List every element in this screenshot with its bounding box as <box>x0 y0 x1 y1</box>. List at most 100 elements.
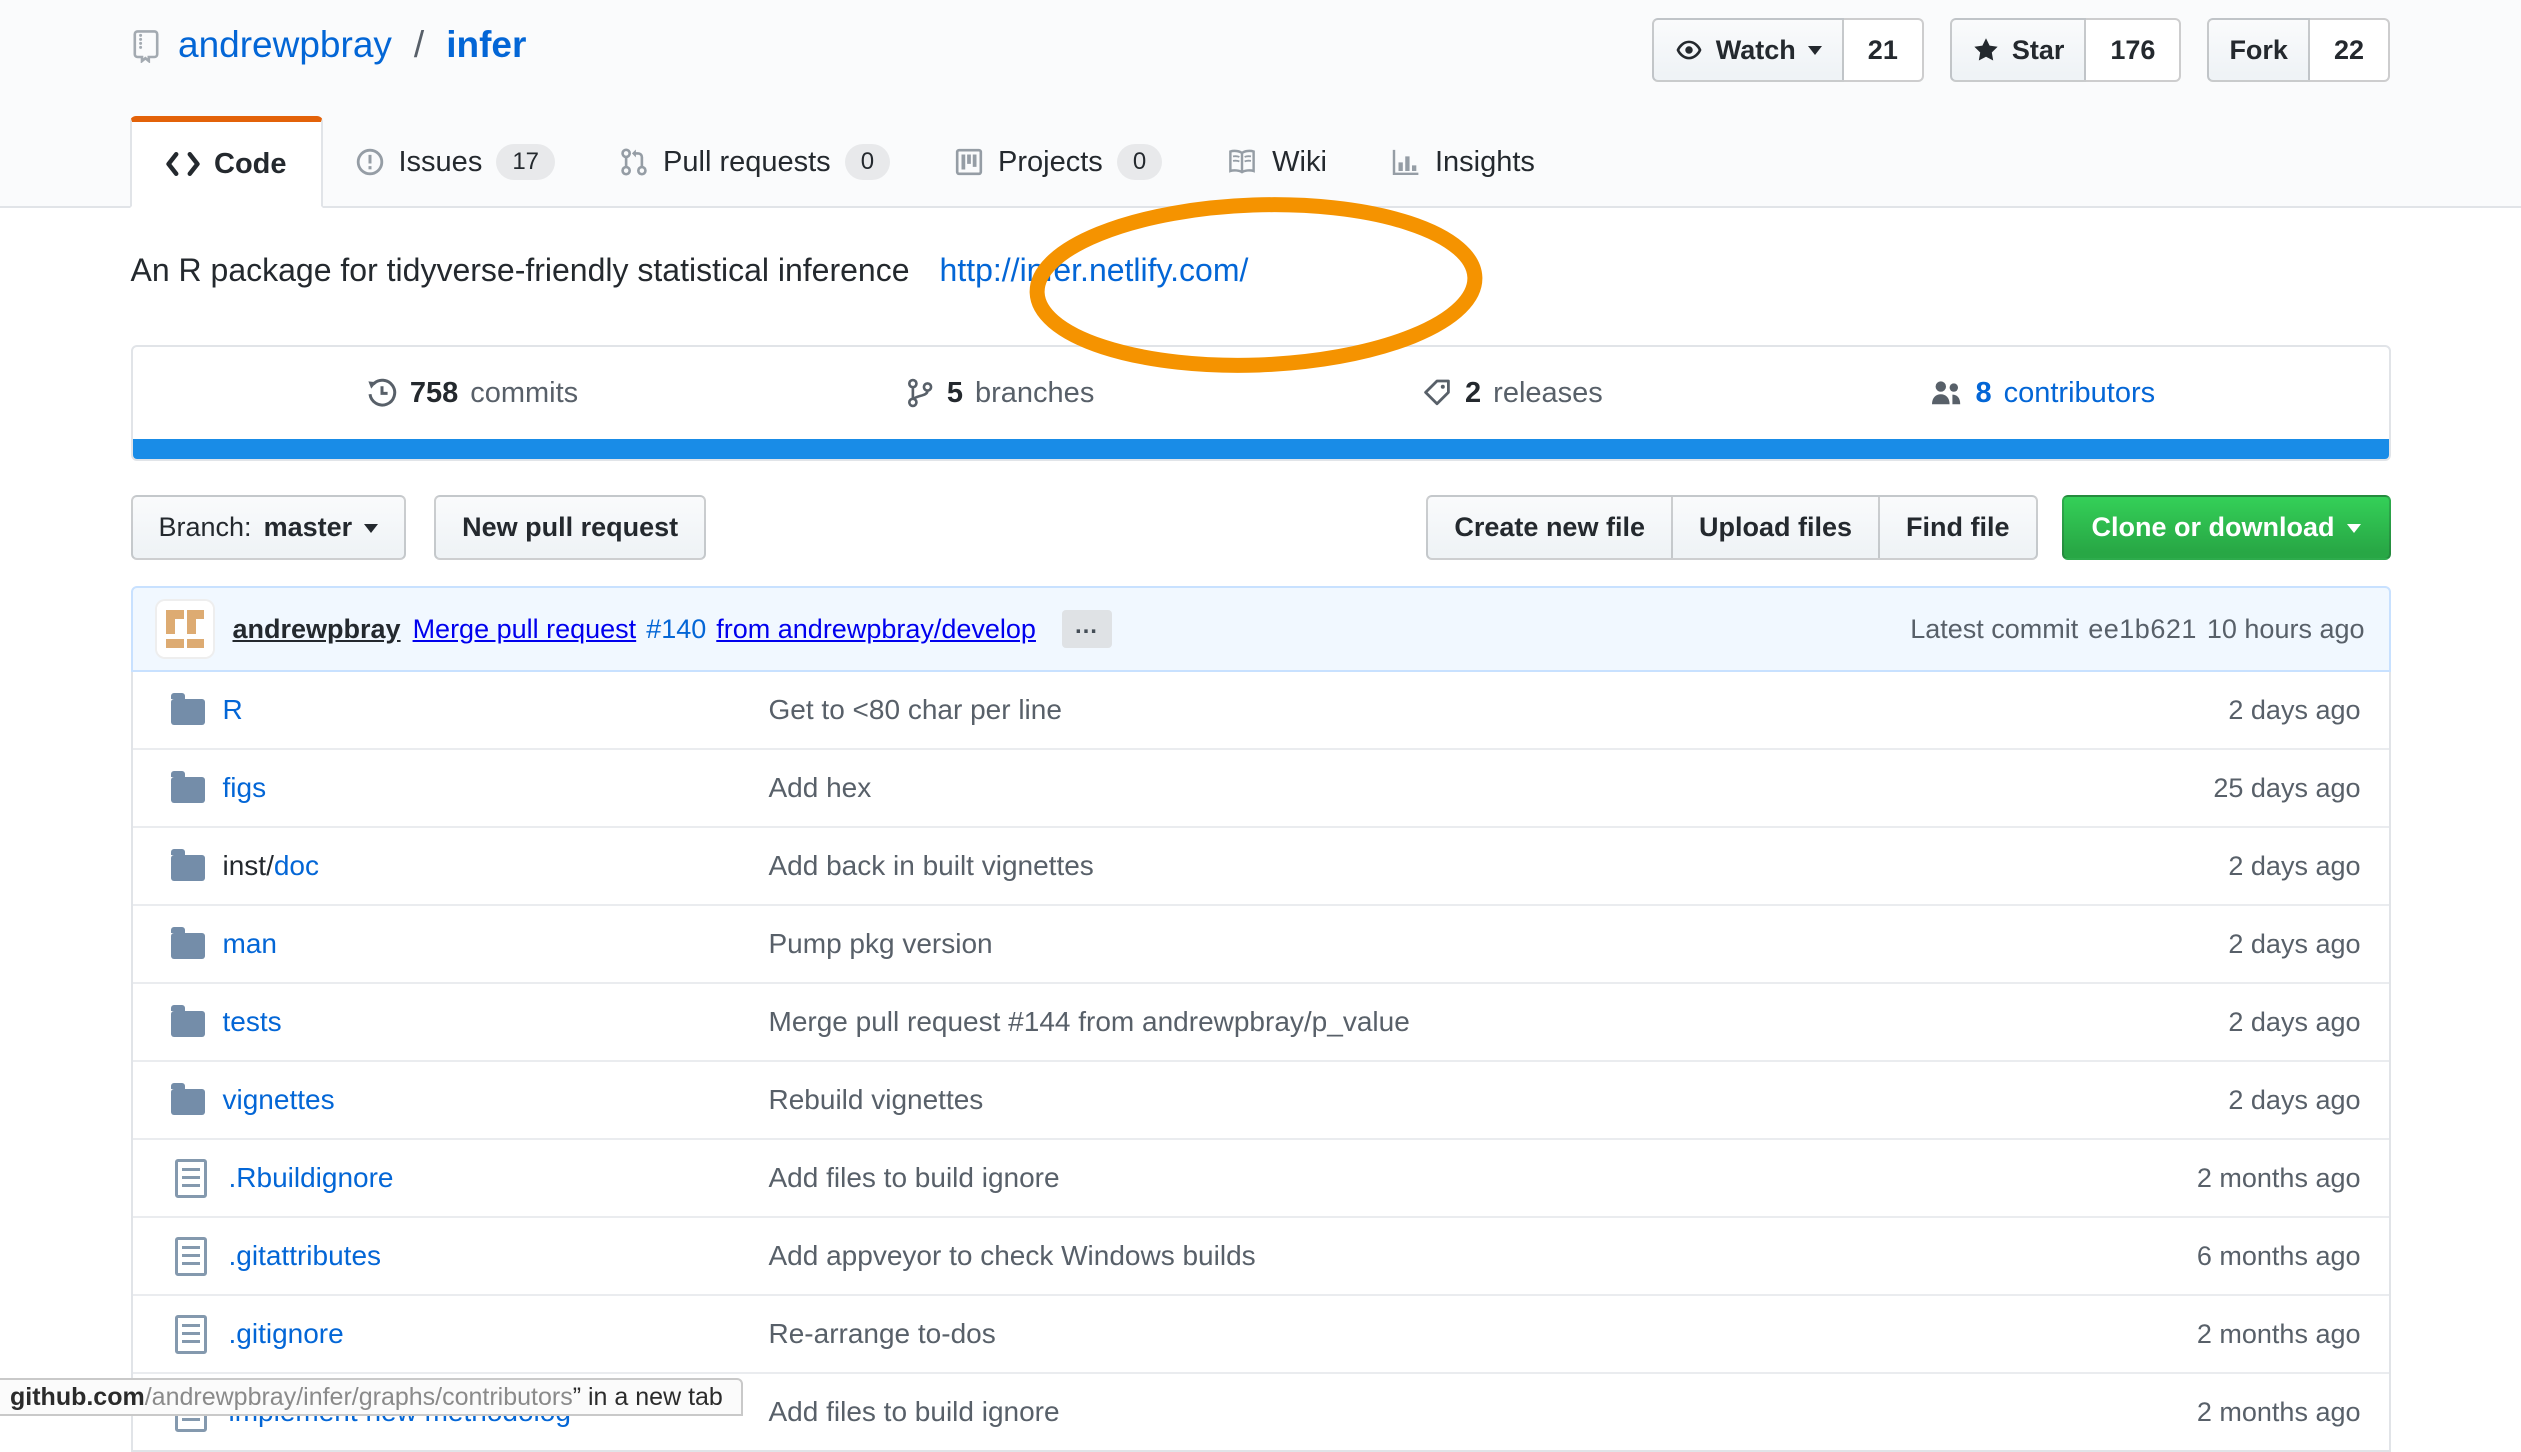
file-link[interactable]: figs <box>223 772 267 804</box>
tab-insights[interactable]: Insights <box>1359 116 1567 208</box>
file-date: 25 days ago <box>2213 772 2361 803</box>
issues-count-badge: 17 <box>496 144 556 180</box>
stat-branches[interactable]: 5 branches <box>905 377 1094 410</box>
tab-label: Pull requests <box>663 145 831 178</box>
tab-projects[interactable]: Projects 0 <box>922 116 1194 208</box>
file-name-cell: R <box>133 692 769 726</box>
star-button[interactable]: Star <box>1949 18 2087 82</box>
status-url-path: /andrewpbray/infer/graphs/contributors <box>144 1383 573 1411</box>
git-branch-icon <box>905 377 935 409</box>
repo-owner-link[interactable]: andrewpbray <box>178 24 392 66</box>
tab-label: Code <box>214 147 287 180</box>
commit-pr-link[interactable]: #140 <box>646 614 706 645</box>
file-date: 2 months ago <box>2196 1396 2361 1427</box>
avatar <box>156 601 213 657</box>
row-commit-link[interactable]: Add files to build ignore <box>769 1396 1060 1427</box>
row-commit-link[interactable]: Add appveyor to check Windows builds <box>769 1240 1256 1271</box>
file-link[interactable]: man <box>223 928 277 960</box>
watch-button-group: Watch 21 <box>1651 18 1924 82</box>
caret-down-icon <box>364 523 379 540</box>
stat-releases[interactable]: 2 releases <box>1421 377 1603 410</box>
row-commit-link[interactable]: Get to <80 char per line <box>769 694 1062 725</box>
file-link[interactable]: .Rbuildignore <box>229 1162 394 1194</box>
stat-label: releases <box>1493 376 1603 409</box>
commit-message-link[interactable]: Merge pull request <box>413 614 637 645</box>
fork-button[interactable]: Fork <box>2207 18 2310 82</box>
file-link[interactable]: R <box>223 694 243 726</box>
clone-or-download-button[interactable]: Clone or download <box>2061 495 2391 560</box>
repo-website-link[interactable]: http://infer.netlify.com/ <box>940 252 1249 289</box>
table-row: vignettes Rebuild vignettes 2 days ago <box>132 1060 2389 1138</box>
branch-selector-button[interactable]: Branch: master <box>130 495 407 560</box>
projects-count-badge: 0 <box>1116 144 1163 180</box>
commit-message-cell: Pump pkg version <box>769 928 2059 960</box>
commit-message-cell: Rebuild vignettes <box>769 1084 2059 1116</box>
file-link[interactable]: tests <box>223 1006 282 1038</box>
commit-author-link[interactable]: andrewpbray <box>233 614 401 645</box>
file-path-prefix: inst/ <box>222 850 274 881</box>
stat-commits[interactable]: 758 commits <box>366 377 578 410</box>
repo-social-actions: Watch 21 Star 176 Fork 22 <box>1651 18 2390 82</box>
tab-code[interactable]: Code <box>130 116 323 208</box>
file-link[interactable]: vignettes <box>223 1084 335 1116</box>
commit-message-tail[interactable]: from andrewpbray/develop <box>716 614 1036 645</box>
file-date: 2 days ago <box>2228 1084 2361 1115</box>
commit-message-cell: Add back in built vignettes <box>769 850 2059 882</box>
file-date: 2 days ago <box>2228 694 2361 725</box>
file-date: 2 days ago <box>2228 850 2361 881</box>
file-name-cell: man <box>133 926 769 960</box>
tab-pull-requests[interactable]: Pull requests 0 <box>587 116 922 208</box>
repo-tabs: Code Issues 17 Pull requests 0 Projects … <box>130 116 1567 208</box>
row-commit-link[interactable]: Add files to build ignore <box>769 1162 1060 1193</box>
folder-icon <box>170 692 205 725</box>
tag-icon <box>1421 377 1453 409</box>
tab-issues[interactable]: Issues 17 <box>323 116 588 208</box>
tab-wiki[interactable]: Wiki <box>1194 116 1359 208</box>
new-pull-request-button[interactable]: New pull request <box>434 495 707 560</box>
table-row: tests Merge pull request #144 from andre… <box>132 982 2389 1060</box>
file-link[interactable]: doc <box>274 850 319 882</box>
row-commit-link[interactable]: Pump pkg version <box>769 928 993 959</box>
row-commit-link[interactable]: Rebuild vignettes <box>769 1084 984 1115</box>
tab-label: Issues <box>398 145 483 178</box>
watch-button[interactable]: Watch <box>1651 18 1844 82</box>
row-commit-link[interactable]: Merge pull request #144 from andrewpbray… <box>769 1006 1410 1037</box>
row-commit-link[interactable]: Add hex <box>769 772 872 803</box>
commit-sha-link[interactable]: ee1b621 <box>2088 614 2197 645</box>
latest-commit-bar: andrewpbray Merge pull request #140 from… <box>130 586 2391 672</box>
tab-label: Wiki <box>1272 145 1327 178</box>
stat-label: contributors <box>2003 376 2156 409</box>
commit-expand-button[interactable]: … <box>1061 610 1112 648</box>
code-icon <box>166 151 200 177</box>
file-link[interactable]: .gitattributes <box>229 1240 382 1272</box>
find-file-button[interactable]: Find file <box>1878 495 2038 560</box>
create-new-file-button[interactable]: Create new file <box>1426 495 1673 560</box>
row-commit-link[interactable]: Add back in built vignettes <box>769 850 1094 881</box>
file-date: 2 days ago <box>2228 928 2361 959</box>
stat-contributors[interactable]: 8 contributors <box>1929 377 2155 410</box>
table-row: figs Add hex 25 days ago <box>132 748 2389 826</box>
commit-message-cell: Add appveyor to check Windows builds <box>769 1240 2059 1272</box>
star-icon <box>1972 36 2000 64</box>
fork-count[interactable]: 22 <box>2309 18 2390 82</box>
stat-label: branches <box>975 376 1095 409</box>
upload-files-button[interactable]: Upload files <box>1670 495 1880 560</box>
caret-down-icon <box>2346 523 2361 540</box>
file-name-cell: .gitignore <box>133 1314 769 1354</box>
file-name-cell: vignettes <box>133 1082 769 1116</box>
folder-icon <box>170 1082 205 1115</box>
star-count[interactable]: 176 <box>2086 18 2182 82</box>
language-bar[interactable] <box>132 439 2389 459</box>
people-icon <box>1929 377 1963 409</box>
status-url-domain: github.com <box>10 1383 145 1411</box>
repo-name-link[interactable]: infer <box>446 24 526 66</box>
watch-count[interactable]: 21 <box>1843 18 1924 82</box>
file-toolbar: Branch: master New pull request Create n… <box>130 495 2391 560</box>
pull-request-icon <box>619 147 649 177</box>
file-date: 2 months ago <box>2196 1162 2361 1193</box>
file-icon <box>174 1236 207 1276</box>
file-icon <box>174 1314 207 1354</box>
file-link[interactable]: .gitignore <box>229 1318 344 1350</box>
commit-message-cell: Add hex <box>769 772 2059 804</box>
row-commit-link[interactable]: Re-arrange to-dos <box>769 1318 996 1349</box>
